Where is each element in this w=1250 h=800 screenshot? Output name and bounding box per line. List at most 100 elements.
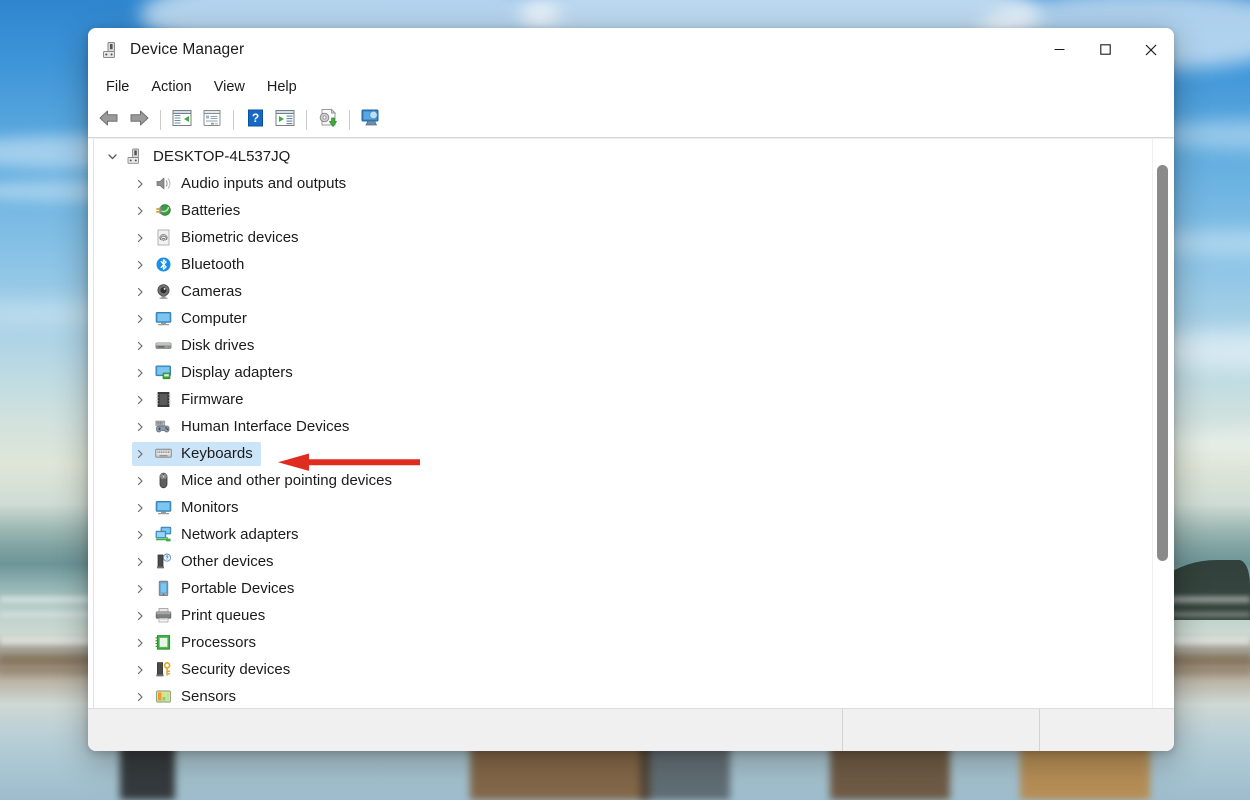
scrollbar-track[interactable] [1152,139,1174,708]
menu-item-view[interactable]: View [203,75,256,99]
menu-item-action[interactable]: Action [140,75,202,99]
tree-item-batteries[interactable]: Batteries [94,197,1174,224]
tree-item-processors[interactable]: Processors [94,629,1174,656]
chevron-right-icon[interactable] [132,206,148,216]
forward-button[interactable] [124,106,154,134]
chevron-right-icon[interactable] [132,503,148,513]
window-title: Device Manager [130,40,245,58]
mouse-icon [154,472,172,490]
device-manager-window: Device Manager File Action View Help ? D… [88,28,1174,751]
tree-root-label: DESKTOP-4L537JQ [153,148,291,165]
tree-item-computer[interactable]: Computer [94,305,1174,332]
chevron-right-icon[interactable] [132,557,148,567]
chevron-right-icon[interactable] [132,665,148,675]
scrollbar-thumb[interactable] [1157,165,1168,561]
tree-item-mice-and-other-pointing-devices[interactable]: Mice and other pointing devices [94,467,1174,494]
tree-item-label: Other devices [181,553,274,570]
desktop-wallpaper: Device Manager File Action View Help ? D… [0,0,1250,800]
back-button[interactable] [94,106,124,134]
update-driver-button[interactable] [313,106,343,134]
tree-item-print-queues[interactable]: Print queues [94,602,1174,629]
close-button[interactable] [1128,28,1174,71]
title-bar: Device Manager [88,28,1174,71]
tree-item-monitors[interactable]: Monitors [94,494,1174,521]
sensor-icon [154,688,172,706]
menu-item-file[interactable]: File [95,75,140,99]
device-manager-icon [102,41,120,59]
printer-icon [154,607,172,625]
update-driver-icon [318,108,339,132]
fingerprint-icon [154,229,172,247]
battery-icon [154,202,172,220]
minimize-button[interactable] [1036,28,1082,71]
add-legacy-hardware-button[interactable] [356,106,386,134]
toolbar-separator [349,110,350,130]
chevron-right-icon[interactable] [132,611,148,621]
tree-item-portable-devices[interactable]: Portable Devices [94,575,1174,602]
chevron-right-icon[interactable] [132,179,148,189]
tree-item-audio-inputs-and-outputs[interactable]: Audio inputs and outputs [94,170,1174,197]
tree-item-other-devices[interactable]: ? Other devices [94,548,1174,575]
tree-item-security-devices[interactable]: Security devices [94,656,1174,683]
status-pane-two [843,709,1040,751]
maximize-button[interactable] [1082,28,1128,71]
unknown-device-icon: ? [154,553,172,571]
chevron-right-icon[interactable] [132,530,148,540]
chevron-right-icon[interactable] [132,395,148,405]
tree-item-firmware[interactable]: Firmware [94,386,1174,413]
hid-gamepad-icon [154,418,172,436]
chevron-right-icon[interactable] [132,476,148,486]
tree-item-label: Mice and other pointing devices [181,472,392,489]
computer-node-icon [126,148,144,166]
tree-root-item[interactable]: DESKTOP-4L537JQ [94,143,1174,170]
chevron-down-icon[interactable] [104,151,120,162]
properties-button[interactable] [197,106,227,134]
disk-drive-icon [154,337,172,355]
console-tree-icon [172,109,192,132]
tree-item-label: Bluetooth [181,256,245,273]
show-hide-console-tree-button[interactable] [167,106,197,134]
window-controls [1036,28,1174,71]
back-arrow-icon [98,109,120,132]
scan-hardware-changes-button[interactable] [270,106,300,134]
processor-icon [154,634,172,652]
status-pane-main [88,709,843,751]
tree-item-sensors[interactable]: Sensors [94,683,1174,708]
chevron-right-icon[interactable] [132,341,148,351]
tree-item-cameras[interactable]: Cameras [94,278,1174,305]
help-question-icon: ? [247,109,264,132]
chevron-right-icon[interactable] [132,314,148,324]
chevron-right-icon[interactable] [132,638,148,648]
camera-icon [154,283,172,301]
tree-item-biometric-devices[interactable]: Biometric devices [94,224,1174,251]
status-pane-three [1040,709,1174,751]
chevron-right-icon[interactable] [132,260,148,270]
tree-item-label: Print queues [181,607,266,624]
chevron-right-icon[interactable] [132,233,148,243]
chevron-right-icon[interactable] [132,692,148,702]
tree-item-label: Audio inputs and outputs [181,175,347,192]
tree-item-display-adapters[interactable]: Display adapters [94,359,1174,386]
svg-text:?: ? [165,556,168,562]
tree-item-human-interface-devices[interactable]: Human Interface Devices [94,413,1174,440]
tree-item-keyboards[interactable]: Keyboards [94,440,1174,467]
keyboard-icon [154,445,172,463]
menu-item-help[interactable]: Help [256,75,308,99]
help-button[interactable]: ? [240,106,270,134]
tree-item-bluetooth[interactable]: Bluetooth [94,251,1174,278]
tree-item-label: Security devices [181,661,291,678]
chevron-right-icon[interactable] [132,422,148,432]
chevron-right-icon[interactable] [132,368,148,378]
network-adapter-icon [154,526,172,544]
tree-item-disk-drives[interactable]: Disk drives [94,332,1174,359]
device-tree[interactable]: DESKTOP-4L537JQ Audio inputs and outputs… [93,139,1174,708]
chevron-right-icon[interactable] [132,584,148,594]
tree-item-label: Firmware [181,391,244,408]
tree-item-label: Disk drives [181,337,255,354]
chevron-right-icon[interactable] [132,287,148,297]
vertical-scrollbar[interactable] [1157,165,1168,561]
tree-item-network-adapters[interactable]: Network adapters [94,521,1174,548]
tree-item-label: Cameras [181,283,242,300]
forward-arrow-icon [128,109,150,132]
chevron-right-icon[interactable] [132,449,148,459]
